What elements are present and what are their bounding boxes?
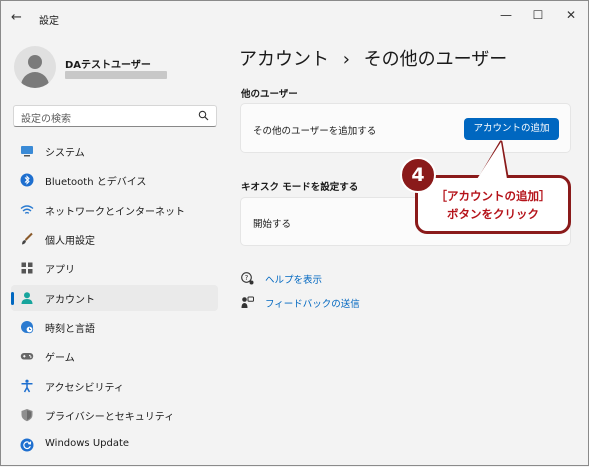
step-number-badge: 4 (400, 157, 436, 193)
settings-window: ← 設定 — ☐ ✕ DAテストユーザー 設定の検索 システム Bluetoot… (0, 0, 589, 466)
callout-pointer-cover (477, 142, 507, 179)
